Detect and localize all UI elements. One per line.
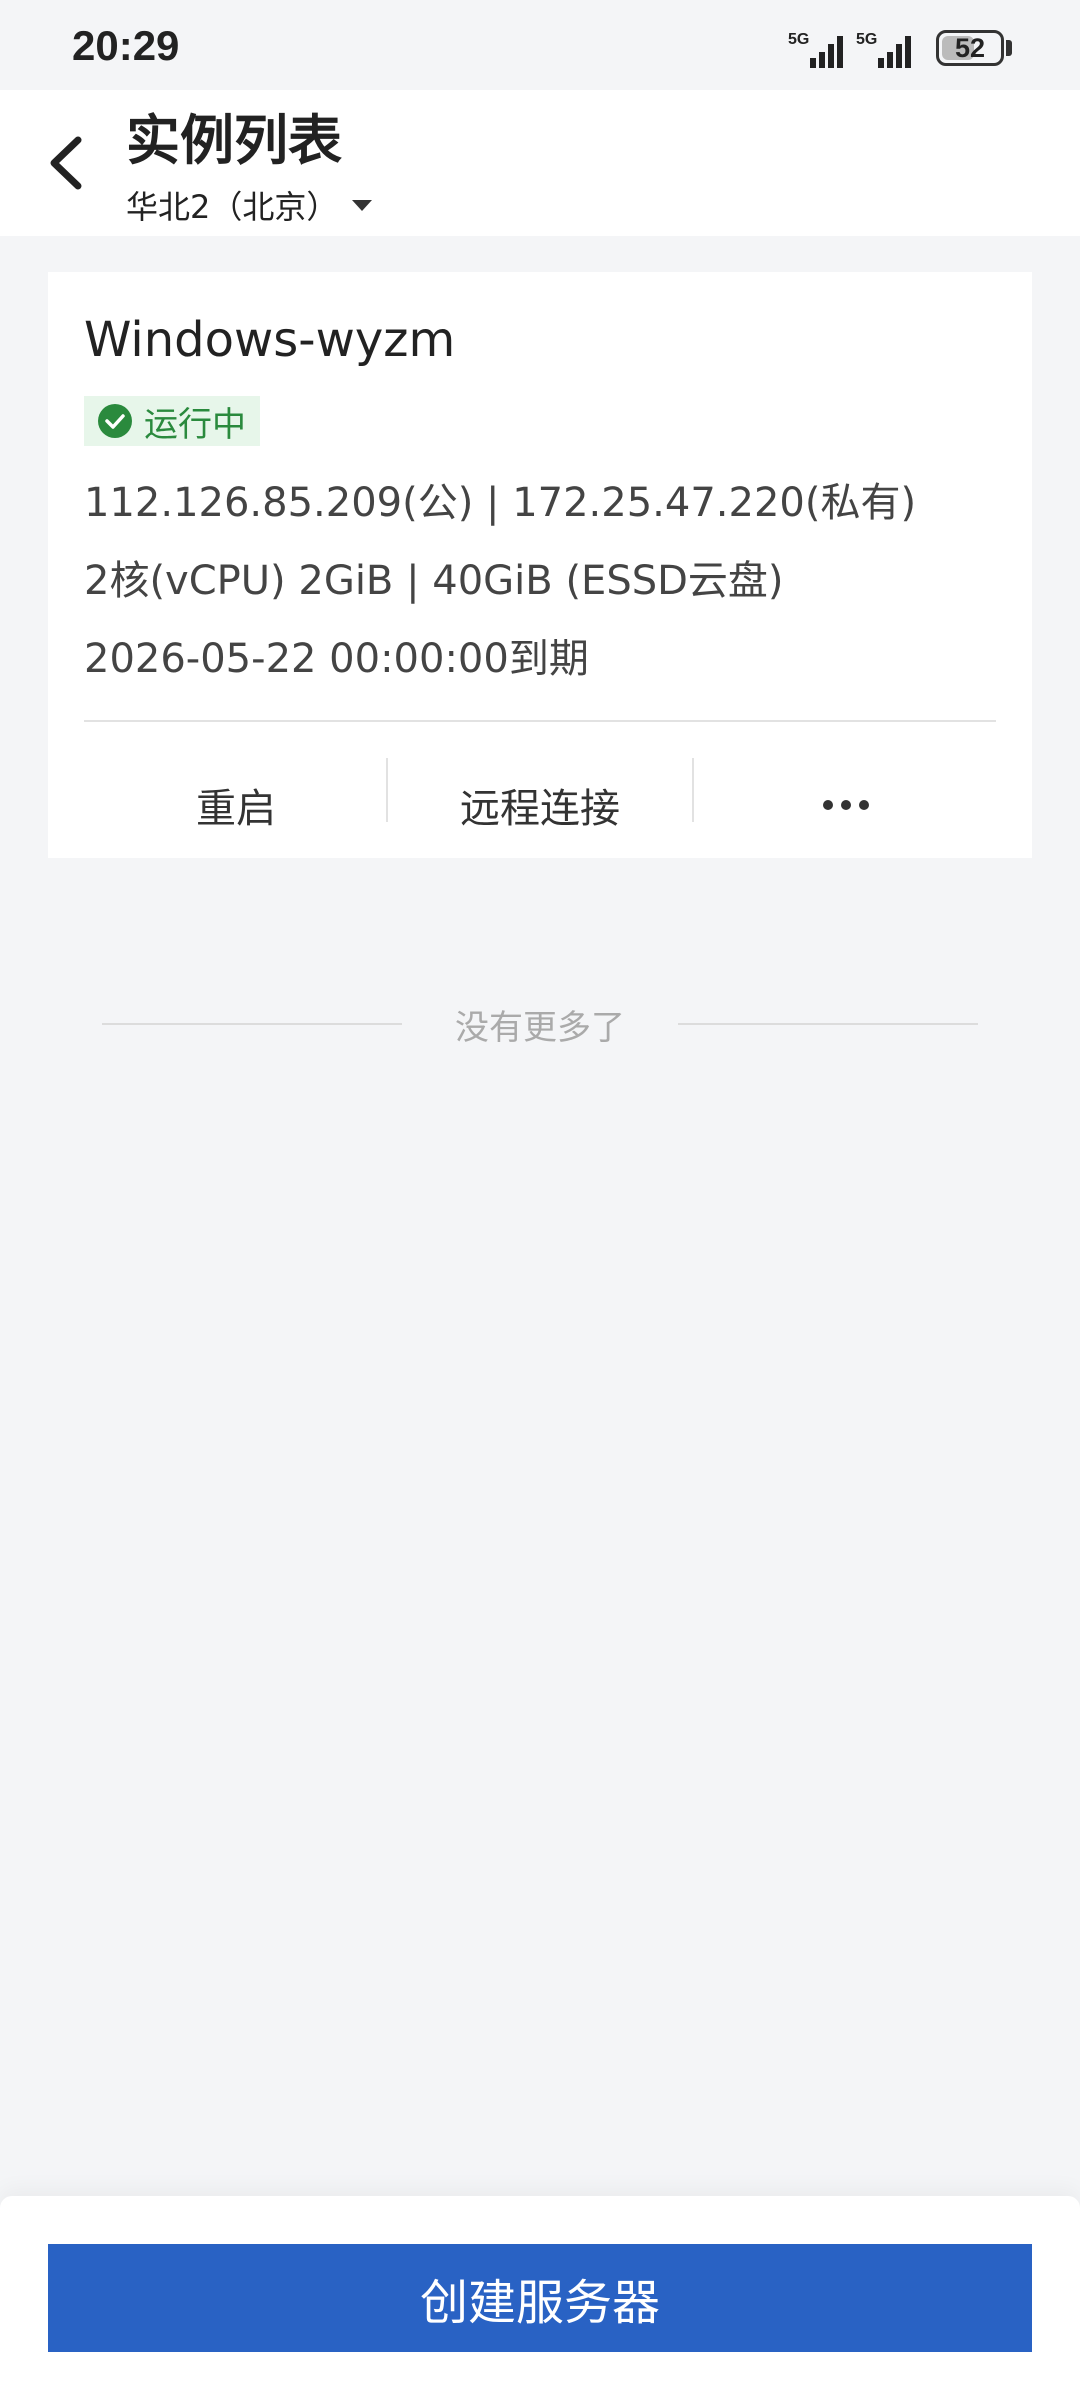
restart-button[interactable]: 重启 [84, 760, 388, 850]
status-badge: 运行中 [84, 396, 260, 446]
create-server-button[interactable]: 创建服务器 [48, 2244, 1032, 2352]
caret-down-icon [352, 199, 373, 211]
check-circle-icon [98, 404, 132, 438]
signal-1-label: 5G [788, 31, 809, 48]
list-end-text: 没有更多了 [455, 1008, 625, 1048]
page-title: 实例列表 [126, 109, 342, 172]
more-dots-icon [823, 800, 869, 810]
status-time: 20:29 [72, 22, 180, 69]
card-divider [84, 720, 996, 722]
status-text: 运行中 [144, 404, 246, 445]
status-bar: 20:29 5G 5G 52 [0, 0, 1080, 90]
battery-tip [1006, 40, 1012, 56]
instance-name: Windows-wyzm [84, 312, 456, 368]
battery-percent: 52 [954, 32, 986, 63]
signal-5g-icon: 5G [788, 31, 843, 68]
more-button[interactable] [694, 760, 998, 850]
battery-icon: 52 [936, 30, 1004, 66]
region-label: 华北2（北京） [126, 188, 339, 226]
signal-5g-icon: 5G [856, 31, 911, 68]
instance-card[interactable]: Windows-wyzm 运行中 112.126.85.209(公) | 172… [48, 272, 1032, 858]
instance-expiry: 2026-05-22 00:00:00到期 [84, 636, 589, 682]
instance-ip: 112.126.85.209(公) | 172.25.47.220(私有) [84, 480, 917, 526]
instance-spec: 2核(vCPU) 2GiB | 40GiB (ESSD云盘) [84, 558, 784, 604]
signal-2-label: 5G [856, 31, 877, 48]
back-arrow-icon[interactable] [44, 128, 94, 198]
remote-connect-button[interactable]: 远程连接 [388, 760, 692, 850]
region-selector[interactable]: 华北2（北京） [126, 182, 373, 228]
